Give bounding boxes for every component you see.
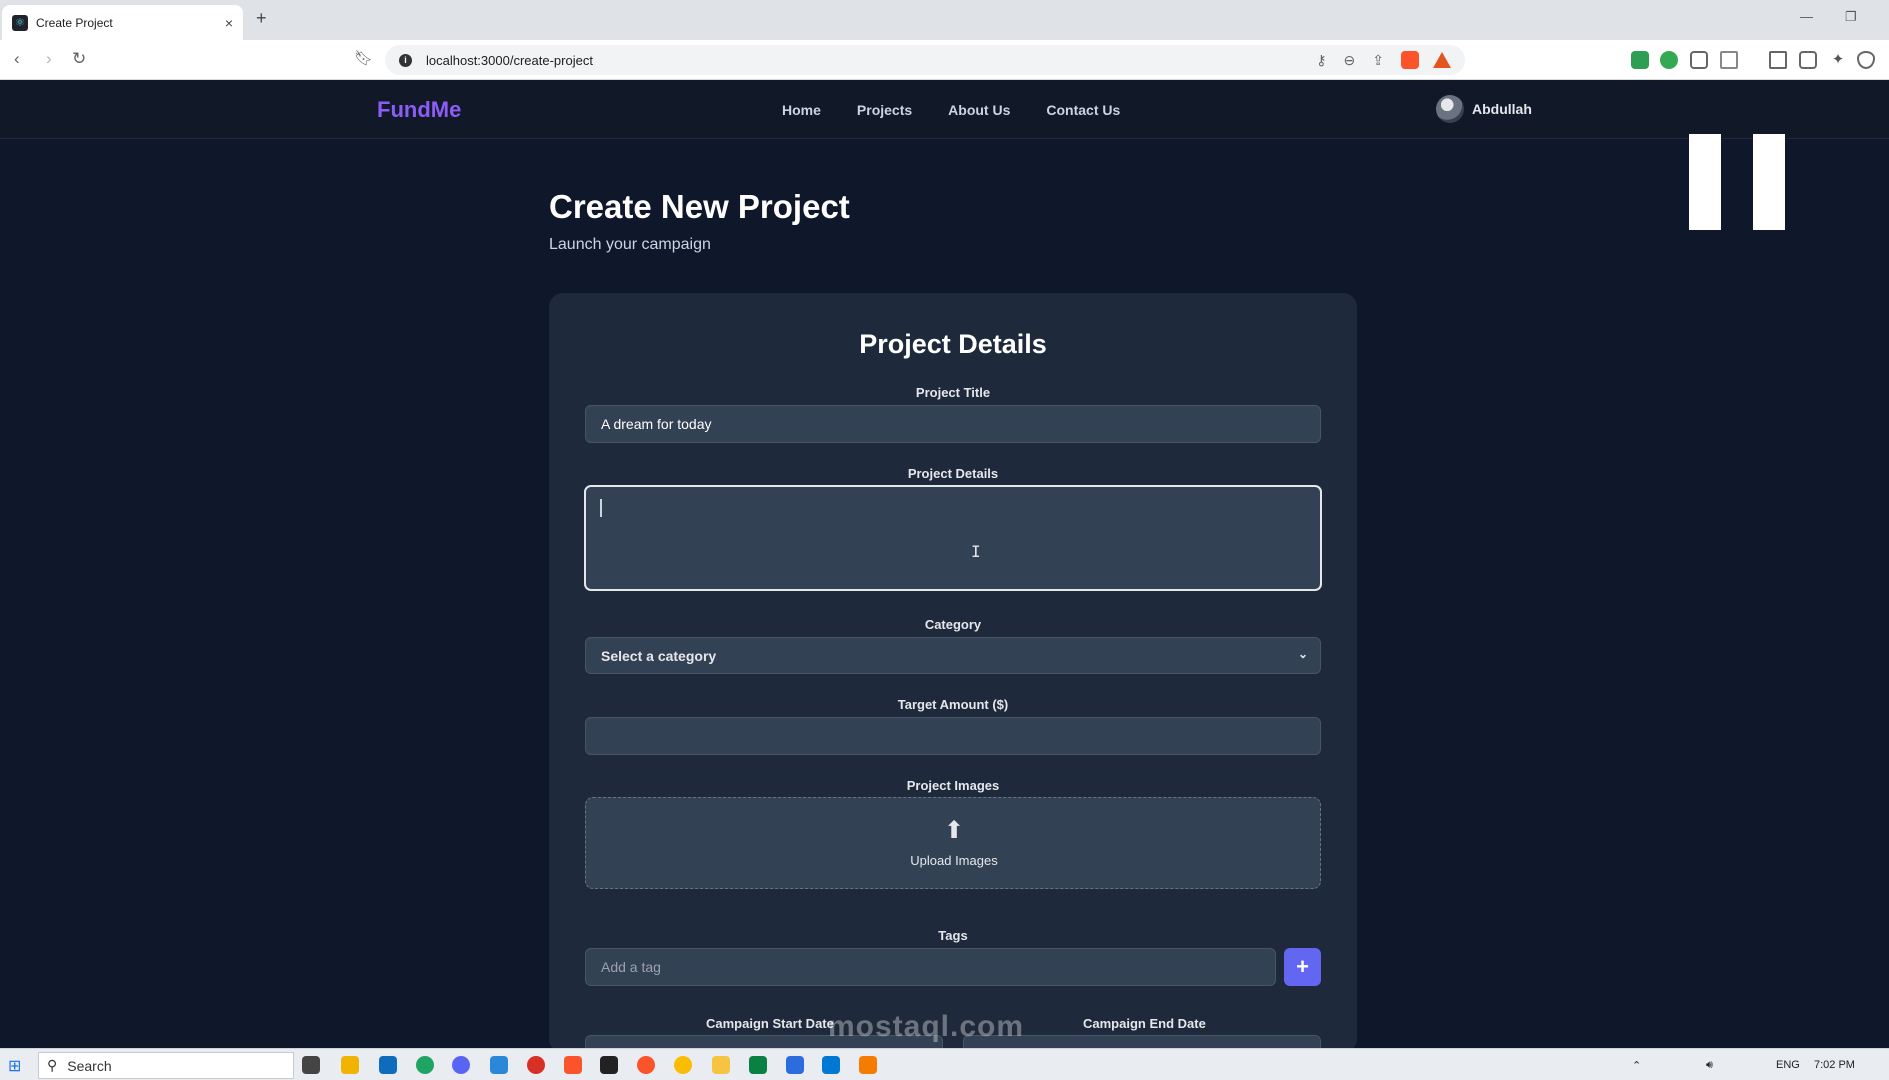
campaign-end-date-label: Campaign End Date: [1083, 1016, 1206, 1031]
tag-input[interactable]: Add a tag: [585, 948, 1276, 986]
page-title: Create New Project: [549, 188, 850, 225]
app-icon-gear[interactable]: [786, 1056, 804, 1074]
sidebar-icon[interactable]: [1769, 51, 1787, 69]
site-info-icon[interactable]: i: [399, 53, 412, 67]
outlook-icon[interactable]: [379, 1056, 397, 1074]
forward-icon[interactable]: ›: [46, 49, 52, 69]
react-favicon-icon: ⚛: [12, 14, 28, 31]
taskbar-search[interactable]: ⚲ Search: [38, 1052, 294, 1079]
ibeam-cursor-icon: I: [971, 542, 981, 561]
upload-images-dropzone[interactable]: ⬆ Upload Images: [585, 797, 1321, 889]
terminal-icon[interactable]: [600, 1056, 618, 1074]
windows-start-icon[interactable]: ⊞: [8, 1056, 21, 1076]
app-icon-red[interactable]: [527, 1056, 545, 1074]
form-section-title: Project Details: [859, 329, 1047, 359]
nav-projects[interactable]: Projects: [857, 102, 912, 118]
brave-shields-icon[interactable]: [1401, 51, 1419, 69]
tags-label: Tags: [938, 928, 968, 943]
tray-chevron-icon[interactable]: ⌃: [1632, 1059, 1641, 1072]
browser-toolbar: ‹ › ↻ 🔖︎ i localhost:3000/create-project…: [0, 40, 1889, 80]
back-icon[interactable]: ‹: [14, 49, 20, 69]
app-icon-green[interactable]: [749, 1056, 767, 1074]
bookmark-icon[interactable]: 🔖︎: [354, 49, 373, 67]
windows-taskbar: ⊞ ⚲ Search ⌃ 🔊︎ ENG 7:02 PM: [0, 1048, 1889, 1080]
search-icon: ⚲: [47, 1057, 58, 1073]
category-label: Category: [924, 617, 982, 632]
extension-tab-icon[interactable]: [1720, 51, 1738, 69]
extension-green-icon[interactable]: [1660, 51, 1678, 69]
brave-taskbar-icon[interactable]: [564, 1056, 582, 1074]
brave-beta-icon[interactable]: [637, 1056, 655, 1074]
campaign-start-date-label: Campaign Start Date: [706, 1016, 834, 1031]
url-text[interactable]: localhost:3000/create-project: [426, 53, 1299, 68]
share-icon[interactable]: ⇪: [1372, 52, 1384, 69]
category-selected-value: Select a category: [601, 647, 717, 664]
upload-images-text: Upload Images: [910, 853, 998, 868]
volume-icon[interactable]: 🔊︎: [1706, 1059, 1713, 1072]
discord-icon[interactable]: [452, 1056, 470, 1074]
reload-icon[interactable]: ↻: [72, 49, 86, 69]
project-form-card: Project Details Project Title A dream fo…: [549, 293, 1357, 1065]
wallet-icon[interactable]: [1799, 51, 1817, 69]
widgets-icon[interactable]: [341, 1056, 359, 1074]
restore-icon[interactable]: ❐: [1845, 9, 1857, 25]
task-view-icon[interactable]: [302, 1056, 320, 1074]
zoom-out-icon[interactable]: ⊖: [1344, 52, 1356, 69]
pause-overlay-icon: [1689, 134, 1721, 230]
category-select[interactable]: Select a category ⌄: [585, 637, 1321, 674]
target-amount-label: Target Amount ($): [897, 697, 1009, 712]
extension-download-icon[interactable]: [1631, 51, 1649, 69]
chevron-down-icon: ⌄: [1297, 647, 1308, 661]
text-caret: [600, 499, 602, 517]
nav-home[interactable]: Home: [782, 102, 821, 118]
browser-tab[interactable]: ⚛ Create Project ×: [2, 5, 243, 40]
chrome-icon[interactable]: [674, 1056, 692, 1074]
password-key-icon[interactable]: ⚷: [1316, 52, 1326, 69]
brave-rewards-icon[interactable]: [1433, 52, 1451, 68]
taskbar-search-text: Search: [67, 1057, 112, 1074]
language-indicator[interactable]: ENG: [1776, 1059, 1800, 1071]
app-icon-blue[interactable]: [490, 1056, 508, 1074]
tab-close-icon[interactable]: ×: [225, 15, 233, 31]
vpn-shield-icon[interactable]: [1857, 51, 1875, 69]
new-tab-button[interactable]: +: [256, 8, 267, 29]
upload-icon: ⬆: [943, 817, 965, 844]
user-menu[interactable]: Abdullah: [1436, 95, 1532, 123]
vlc-icon[interactable]: [859, 1056, 877, 1074]
edge-icon[interactable]: [416, 1056, 434, 1074]
avatar: [1436, 95, 1464, 123]
watermark: mostaql.com: [828, 1010, 1025, 1043]
add-tag-button[interactable]: +: [1284, 948, 1321, 986]
project-title-input[interactable]: A dream for today: [585, 405, 1321, 443]
project-images-label: Project Images: [906, 778, 1000, 793]
browser-tab-bar: ⚛ Create Project × + — ❐: [0, 0, 1889, 40]
minimize-icon[interactable]: —: [1800, 9, 1813, 24]
nav-contact-us[interactable]: Contact Us: [1046, 102, 1120, 118]
project-title-label: Project Title: [915, 385, 991, 400]
pause-overlay-icon: [1753, 134, 1785, 230]
vscode-icon[interactable]: [822, 1056, 840, 1074]
nav-links: Home Projects About Us Contact Us: [782, 102, 1120, 118]
target-amount-input[interactable]: [585, 717, 1321, 755]
tab-title: Create Project: [36, 15, 113, 30]
page-subtitle: Launch your campaign: [549, 236, 711, 253]
address-bar[interactable]: i localhost:3000/create-project ⚷ ⊖ ⇪: [385, 45, 1465, 75]
user-name: Abdullah: [1472, 101, 1532, 117]
file-explorer-icon[interactable]: [712, 1056, 730, 1074]
app-navbar: FundMe Home Projects About Us Contact Us…: [0, 81, 1889, 139]
project-details-textarea[interactable]: I: [584, 485, 1322, 591]
brand-logo[interactable]: FundMe: [377, 97, 461, 123]
nav-about-us[interactable]: About Us: [948, 102, 1010, 118]
project-details-label: Project Details: [907, 466, 999, 481]
leo-ai-icon[interactable]: ✦: [1829, 51, 1847, 69]
extensions-puzzle-icon[interactable]: [1690, 51, 1708, 69]
clock[interactable]: 7:02 PM: [1814, 1059, 1855, 1071]
